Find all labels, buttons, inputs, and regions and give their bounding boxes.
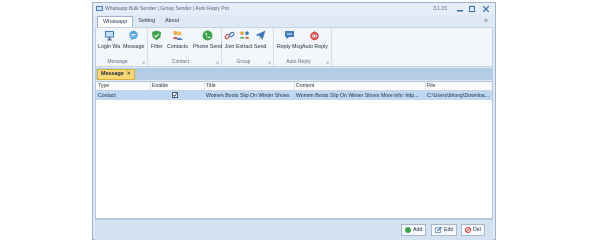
close-tab-icon[interactable]: ✕ <box>126 70 131 79</box>
shield-filter-icon <box>152 30 162 41</box>
ribbon-tabs: Whatsapp Setting About <box>97 16 184 27</box>
column-header-content[interactable]: Content <box>296 83 314 89</box>
phone-send-button[interactable]: Phone Send <box>193 30 222 50</box>
close-window-button[interactable] <box>481 5 491 13</box>
group-label-contact: Contact <box>171 59 190 65</box>
column-header-type[interactable]: Type <box>98 83 109 89</box>
extract-group-icon <box>239 31 250 39</box>
version-label: 3.1.15 <box>433 6 447 12</box>
column-header-file[interactable]: File <box>427 83 435 89</box>
phone-send-label: Phone Send <box>193 44 223 50</box>
ribbon-group-group: Join Extract Send Group ⇲ <box>222 28 274 66</box>
ribbon-group-message: Login Wa Message Message ⇲ <box>96 28 148 66</box>
add-icon <box>405 227 411 233</box>
monitor-login-icon <box>104 31 114 41</box>
group-label-auto-reply: Auto Reply <box>286 59 311 65</box>
delete-label: Del <box>473 227 481 233</box>
dialog-launcher-icon[interactable]: ⇲ <box>268 60 271 65</box>
contacts-button[interactable]: Contacts <box>167 30 188 50</box>
ribbon: Login Wa Message Message ⇲ Filter Contac… <box>95 27 493 67</box>
reply-msg-button[interactable]: Reply Msg <box>277 30 302 50</box>
tab-setting[interactable]: Setting <box>133 16 160 27</box>
paper-plane-icon <box>255 30 266 40</box>
group-send-label: Send <box>254 44 267 50</box>
group-label-group: Group <box>236 59 251 65</box>
tab-about[interactable]: About <box>160 16 184 27</box>
dialog-launcher-icon[interactable]: ⇲ <box>326 60 329 65</box>
ribbon-group-contact: Filter Contacts Phone Send Contact ⇲ <box>148 28 222 66</box>
ribbon-collapse-icon[interactable]: ⊗ <box>484 18 488 24</box>
delete-button[interactable]: Del <box>461 224 485 236</box>
contacts-icon <box>172 31 183 40</box>
footer-bar: Add Edit Del <box>95 219 493 240</box>
add-label: Add <box>413 227 423 233</box>
title-bar: Whatsapp Bulk Sender | Group Sender | Au… <box>93 3 495 15</box>
column-header-title[interactable]: Title <box>206 83 216 89</box>
dialog-launcher-icon[interactable]: ⇲ <box>216 60 219 65</box>
reply-message-icon <box>285 31 295 40</box>
reply-msg-label: Reply Msg <box>277 44 303 50</box>
minimize-icon <box>457 10 463 12</box>
cell-type: Contact <box>98 93 116 99</box>
document-tab-label: Message <box>101 71 124 77</box>
delete-icon <box>465 227 471 233</box>
group-send-button[interactable]: Send <box>254 30 266 50</box>
ribbon-group-auto-reply: Reply Msg Auto Reply Auto Reply ⇲ <box>274 28 332 66</box>
edit-label: Edit <box>444 227 453 233</box>
extract-label: Extract <box>236 44 253 50</box>
document-tab-strip: Message ✕ <box>95 68 493 80</box>
join-button[interactable]: Join <box>224 30 235 50</box>
cell-file: C:\Users\bhong\Downloa... <box>427 93 489 99</box>
join-label: Join <box>224 44 235 50</box>
column-header-enable[interactable]: Enable <box>152 83 168 89</box>
message-button[interactable]: Message <box>123 30 145 50</box>
edit-icon <box>435 227 442 233</box>
phone-icon <box>202 30 213 41</box>
group-label-message: Message <box>107 59 128 65</box>
filter-button[interactable]: Filter <box>151 30 163 50</box>
robot-icon <box>310 30 320 41</box>
minimize-button[interactable] <box>455 5 465 13</box>
tab-whatsapp[interactable]: Whatsapp <box>97 16 134 27</box>
auto-reply-label: Auto Reply <box>302 44 328 50</box>
login-wa-button[interactable]: Login Wa <box>98 30 120 50</box>
app-icon <box>96 6 103 11</box>
auto-reply-button[interactable]: Auto Reply <box>302 30 328 50</box>
dialog-launcher-icon[interactable]: ⇲ <box>142 60 145 65</box>
filter-label: Filter <box>151 44 163 50</box>
add-button[interactable]: Add <box>401 224 427 236</box>
login-wa-label: Login Wa <box>98 44 121 50</box>
cell-title: Women Boots Slip On Winter Shoes <box>206 93 290 99</box>
link-icon <box>224 31 235 40</box>
enable-checkbox[interactable] <box>172 92 178 98</box>
message-label: Message <box>123 44 145 50</box>
grid-header: Type Enable Title Content File <box>96 82 492 91</box>
table-row[interactable]: Contact Women Boots Slip On Winter Shoes… <box>96 91 492 100</box>
message-grid: Type Enable Title Content File Contact W… <box>95 81 493 219</box>
maximize-button[interactable] <box>467 5 477 13</box>
checkmark-icon <box>173 93 177 97</box>
close-icon <box>483 6 489 12</box>
window-title: Whatsapp Bulk Sender | Group Sender | Au… <box>105 6 230 12</box>
message-icon <box>129 30 138 41</box>
extract-button[interactable]: Extract <box>236 30 252 50</box>
edit-button[interactable]: Edit <box>431 224 457 236</box>
contacts-label: Contacts <box>167 44 188 50</box>
tab-message-document[interactable]: Message ✕ <box>97 69 135 80</box>
cell-content: Women Boots Slip On Winter Shoes More in… <box>296 93 419 99</box>
maximize-icon <box>469 6 475 12</box>
app-window: Whatsapp Bulk Sender | Group Sender | Au… <box>92 2 496 240</box>
